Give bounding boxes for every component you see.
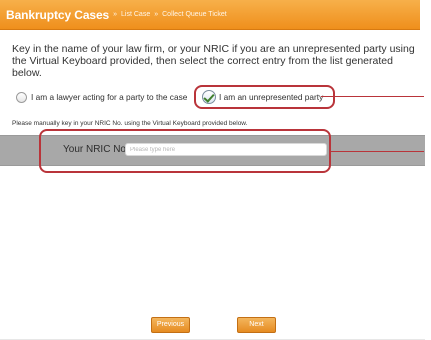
checkmark-icon — [203, 91, 215, 103]
right-margin — [425, 0, 431, 340]
breadcrumb-collect-queue-ticket: Collect Queue Ticket — [162, 11, 227, 18]
previous-button[interactable]: Previous — [151, 317, 190, 333]
radio-circle-icon[interactable] — [16, 91, 27, 103]
checkmark-radio-icon[interactable] — [202, 90, 216, 104]
page-title: Bankruptcy Cases — [6, 7, 110, 22]
breadcrumb-separator: » — [113, 11, 118, 18]
next-button[interactable]: Next — [237, 317, 276, 333]
collect-queue-ticket-page: Bankruptcy Cases » List Case » Collect Q… — [0, 0, 425, 340]
unrepresented-option-label: I am an unrepresented party — [219, 92, 324, 102]
callout-line — [321, 96, 424, 97]
page-header: Bankruptcy Cases » List Case » Collect Q… — [0, 0, 420, 30]
lawyer-radio-option[interactable]: I am a lawyer acting for a party to the … — [16, 85, 187, 109]
nric-label: Your NRIC No. — [63, 144, 129, 155]
callout-line — [331, 151, 424, 152]
lawyer-option-label: I am a lawyer acting for a party to the … — [31, 92, 188, 102]
nric-input[interactable] — [125, 143, 327, 156]
breadcrumb-separator: » — [154, 11, 159, 18]
unrepresented-radio-option[interactable]: I am an unrepresented party — [194, 85, 335, 109]
manual-entry-note: Please manually key in your NRIC No. usi… — [12, 120, 248, 127]
breadcrumb-list-case[interactable]: List Case — [121, 11, 150, 18]
instructions-text: Key in the name of your law firm, or you… — [12, 43, 415, 79]
party-type-radio-group: I am a lawyer acting for a party to the … — [14, 85, 424, 109]
